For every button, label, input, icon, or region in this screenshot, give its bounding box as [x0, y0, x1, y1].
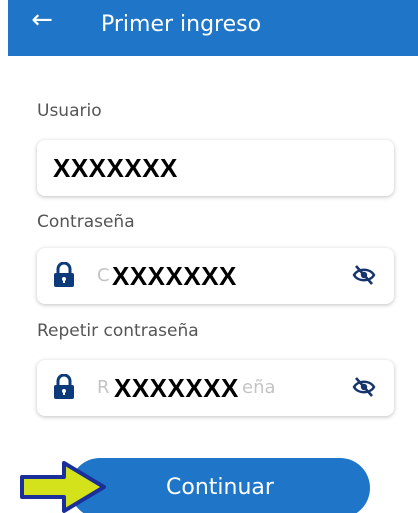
repetir-placeholder-start: R [97, 377, 110, 398]
usuario-value: XXXXXXX [53, 153, 178, 183]
usuario-field[interactable]: XXXXXXX [37, 140, 394, 196]
repetir-contrasena-field[interactable]: R XXXXXXX eña [37, 360, 394, 416]
eye-off-icon[interactable] [352, 376, 376, 398]
app-header: ← Primer ingreso [8, 0, 418, 56]
eye-off-icon[interactable] [352, 264, 376, 286]
back-button[interactable]: ← [26, 4, 58, 40]
lock-icon [54, 262, 74, 287]
arrow-right-icon [20, 461, 106, 513]
usuario-label: Usuario [37, 101, 102, 121]
contrasena-placeholder: C [97, 265, 110, 286]
repetir-placeholder-end: eña [242, 377, 276, 398]
lock-icon [54, 374, 74, 399]
repetir-masked-value: XXXXXXX [114, 373, 239, 403]
page-title: Primer ingreso [101, 12, 262, 37]
contrasena-field[interactable]: C XXXXXXX [37, 248, 394, 304]
arrow-left-icon: ← [31, 5, 53, 35]
contrasena-label: Contraseña [37, 212, 135, 232]
contrasena-masked-value: XXXXXXX [112, 261, 237, 291]
repetir-label: Repetir contraseña [37, 321, 199, 341]
continue-button[interactable]: Continuar [70, 458, 370, 513]
